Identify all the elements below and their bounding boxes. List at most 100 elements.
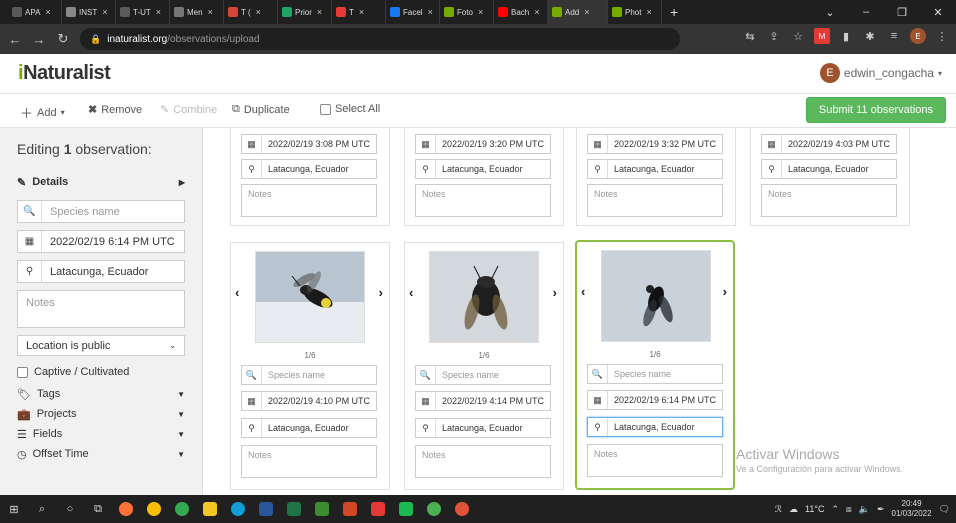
word-icon[interactable] xyxy=(252,495,280,523)
card-location-input[interactable]: ⚲ Latacunga, Ecuador xyxy=(761,159,897,179)
excel-icon[interactable] xyxy=(280,495,308,523)
card-location-input[interactable]: ⚲ Latacunga, Ecuador xyxy=(415,418,551,438)
card-notes[interactable]: Notes xyxy=(587,184,723,217)
observation-card[interactable]: ▦ 2022/02/19 3:20 PM UTC ⚲ Latacunga, Ecua… xyxy=(404,128,564,226)
card-date-input[interactable]: ▦ 2022/02/19 6:14 PM UTC xyxy=(587,390,723,410)
remove-button[interactable]: ✖ Remove xyxy=(88,103,142,117)
card-date-input[interactable]: ▦ 2022/02/19 4:10 PM UTC xyxy=(241,391,377,411)
card-notes[interactable]: Notes xyxy=(761,184,897,217)
extension-icon[interactable]: M xyxy=(814,28,830,44)
tab-close-icon[interactable]: × xyxy=(478,7,483,17)
browser-tab[interactable]: INST × xyxy=(62,0,116,24)
offset-time-section[interactable]: ◷ Offset Time ▼ xyxy=(17,445,185,463)
chevron-left-icon[interactable]: ‹ xyxy=(235,285,239,300)
observation-card[interactable]: ▦ 2022/02/19 3:08 PM UTC ⚲ Latacunga, Ecua… xyxy=(230,128,390,226)
more-icon[interactable]: ⋮ xyxy=(934,28,950,44)
chevron-right-icon[interactable]: › xyxy=(379,285,383,300)
browser-tab[interactable]: Add × xyxy=(548,0,608,24)
chevron-down-icon[interactable]: ⌄ xyxy=(812,6,848,19)
tab-close-icon[interactable]: × xyxy=(359,7,364,17)
card-notes[interactable]: Notes xyxy=(241,184,377,217)
projects-section[interactable]: 💼 Projects ▼ xyxy=(17,405,185,423)
observation-card[interactable]: ▦ 2022/02/19 3:32 PM UTC ⚲ Latacunga, Ecua… xyxy=(576,128,736,226)
pen-icon[interactable]: ✒ xyxy=(877,504,885,515)
card-location-input[interactable]: ⚲ Latacunga, Ecuador xyxy=(241,159,377,179)
checkbox[interactable] xyxy=(17,366,28,378)
tab-close-icon[interactable]: × xyxy=(208,7,213,17)
tab-close-icon[interactable]: × xyxy=(156,7,161,17)
browser-tab[interactable]: Bach × xyxy=(494,0,548,24)
browser-tab[interactable]: Phot × xyxy=(608,0,662,24)
share-icon[interactable]: ⇪ xyxy=(766,28,782,44)
location-input[interactable]: ⚲ Latacunga, Ecuador xyxy=(17,260,185,283)
app-m-icon[interactable] xyxy=(364,495,392,523)
notifications-icon[interactable]: 🗨 xyxy=(939,504,950,515)
profile-icon[interactable]: E xyxy=(910,28,926,44)
observation-card[interactable]: ▦ 2022/02/19 4:03 PM UTC ⚲ Latacunga, Ecua… xyxy=(750,128,910,226)
observation-card[interactable]: ‹ › 1/6 🔍 Species name ▦ 2022/02/19 4:14 P… xyxy=(404,242,564,490)
media-player-icon[interactable] xyxy=(392,495,420,523)
card-species-input[interactable]: 🔍 Species name xyxy=(587,364,723,384)
browser-tab[interactable]: T (× xyxy=(224,0,278,24)
photos-icon[interactable] xyxy=(308,495,336,523)
card-notes[interactable]: Notes xyxy=(587,444,723,477)
user-menu[interactable]: E edwin_congacha ▾ xyxy=(819,63,942,83)
browser-tab[interactable]: Prior × xyxy=(278,0,332,24)
tab-close-icon[interactable]: × xyxy=(534,7,539,17)
close-icon[interactable]: ✕ xyxy=(920,6,956,19)
weather-temp[interactable]: 11°C xyxy=(805,504,824,514)
restore-icon[interactable]: ❐ xyxy=(884,6,920,19)
tab-close-icon[interactable]: × xyxy=(317,7,322,17)
observation-card-selected[interactable]: ‹ › 1/6 🔍 Species name ▦ 2022/02/19 6:14 P… xyxy=(575,240,735,490)
browser-tab[interactable]: APA × xyxy=(8,0,62,24)
card-date-input[interactable]: ▦ 2022/02/19 4:03 PM UTC xyxy=(761,134,897,154)
browser-tab[interactable]: Facel × xyxy=(386,0,440,24)
tab-close-icon[interactable]: × xyxy=(102,7,107,17)
edge-icon[interactable] xyxy=(224,495,252,523)
fields-section[interactable]: ☰ Fields ▼ xyxy=(17,425,185,443)
card-location-input[interactable]: ⚲ Latacunga, Ecuador xyxy=(587,417,723,437)
browser-tab[interactable]: T-UT × xyxy=(116,0,170,24)
maps-icon[interactable] xyxy=(420,495,448,523)
inaturalist-logo[interactable]: iNaturalist xyxy=(18,62,111,85)
add-button[interactable]: ＋ Add ▾ xyxy=(20,103,65,122)
tab-close-icon[interactable]: × xyxy=(584,7,589,17)
card-date-input[interactable]: ▦ 2022/02/19 4:14 PM UTC xyxy=(415,391,551,411)
browser-tab[interactable]: Foto × xyxy=(440,0,494,24)
new-tab-button[interactable]: + xyxy=(662,4,686,20)
card-notes[interactable]: Notes xyxy=(415,445,551,478)
chevron-up-icon[interactable]: ⌃ xyxy=(831,504,839,515)
card-notes[interactable]: Notes xyxy=(241,445,377,478)
chevron-left-icon[interactable]: ‹ xyxy=(581,284,585,299)
chrome-alt-icon[interactable] xyxy=(168,495,196,523)
task-view-icon[interactable]: ⧉ xyxy=(84,495,112,523)
minimize-icon[interactable]: – xyxy=(848,6,884,18)
weather-icon[interactable]: ☁ xyxy=(789,504,798,515)
powerpoint-icon[interactable] xyxy=(336,495,364,523)
playlist-icon[interactable]: ≡ xyxy=(886,28,902,44)
notes-textarea[interactable]: Notes xyxy=(17,290,185,328)
network-icon[interactable]: ⧈ xyxy=(846,504,852,515)
submit-observations-button[interactable]: Submit 11 observations xyxy=(805,97,946,123)
volume-icon[interactable]: 🔈 xyxy=(859,504,870,515)
card-notes[interactable]: Notes xyxy=(415,184,551,217)
tab-close-icon[interactable]: × xyxy=(428,7,433,17)
details-section[interactable]: ✎ Details ▶ xyxy=(17,173,185,191)
checkbox[interactable] xyxy=(320,103,331,115)
browser-tab[interactable]: T × xyxy=(332,0,386,24)
chevron-right-icon[interactable]: › xyxy=(553,285,557,300)
file-explorer-icon[interactable] xyxy=(196,495,224,523)
duplicate-button[interactable]: ⧉ Duplicate xyxy=(232,103,290,116)
search-icon[interactable]: ⌕ xyxy=(28,495,56,523)
app-tools-icon[interactable] xyxy=(448,495,476,523)
puzzle-icon[interactable]: ✱ xyxy=(862,28,878,44)
card-date-input[interactable]: ▦ 2022/02/19 3:32 PM UTC xyxy=(587,134,723,154)
tab-close-icon[interactable]: × xyxy=(646,7,651,17)
species-input[interactable]: 🔍 Species name xyxy=(17,200,185,223)
chevron-right-icon[interactable]: › xyxy=(723,284,727,299)
chevron-left-icon[interactable]: ‹ xyxy=(409,285,413,300)
url-field[interactable]: 🔒 inaturalist.org/observations/upload xyxy=(80,28,680,50)
browser-tab[interactable]: Men × xyxy=(170,0,224,24)
observation-card[interactable]: ‹ › 1/6 🔍 Species name ▦ 2022/02/19 4:10 P… xyxy=(230,242,390,490)
date-input[interactable]: ▦ 2022/02/19 6:14 PM UTC xyxy=(17,230,185,253)
